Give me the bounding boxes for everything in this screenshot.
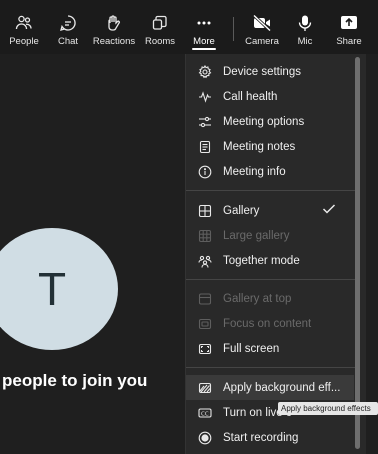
menu-item-full-screen[interactable]: Full screen (186, 336, 354, 361)
captions-icon: CC (197, 405, 213, 421)
meeting-toolbar: People Chat Reactions Rooms More Camera … (0, 0, 378, 54)
grid-icon (197, 203, 213, 219)
people-icon (14, 13, 34, 33)
chat-label: Chat (57, 36, 79, 47)
menu-item-meeting-options[interactable]: Meeting options (186, 109, 354, 134)
menu-item-label: Start recording (223, 431, 299, 444)
menu-item-label: Focus on content (223, 317, 312, 330)
notes-icon (197, 139, 213, 155)
people-button[interactable]: People (8, 0, 40, 54)
chat-icon (58, 13, 78, 33)
more-dots-icon (194, 13, 214, 33)
menu-item-device-settings[interactable]: Device settings (186, 59, 354, 84)
menu-item-meeting-info[interactable]: Meeting info (186, 159, 354, 184)
large-grid-icon (197, 228, 213, 244)
menu-item-focus-on-content: Focus on content (186, 311, 354, 336)
mic-label: Mic (297, 36, 313, 47)
focus-icon (197, 316, 213, 332)
menu-item-together-mode[interactable]: Together mode (186, 248, 354, 273)
reactions-label: Reactions (92, 36, 136, 47)
share-label: Share (336, 36, 362, 47)
mic-button[interactable]: Mic (295, 0, 315, 54)
rooms-button[interactable]: Rooms (145, 0, 175, 54)
checkmark-icon (322, 202, 336, 220)
tooltip: Apply background effects (278, 402, 378, 415)
menu-item-call-health[interactable]: Call health (186, 84, 354, 109)
menu-divider (186, 279, 356, 280)
info-icon (197, 164, 213, 180)
menu-divider (186, 367, 356, 368)
menu-item-meeting-notes[interactable]: Meeting notes (186, 134, 354, 159)
pulse-icon (197, 89, 213, 105)
menu-divider (186, 190, 356, 191)
menu-item-label: Apply background eff... (223, 381, 341, 394)
camera-button[interactable]: Camera (244, 0, 280, 54)
share-button[interactable]: Share (335, 0, 363, 54)
menu-item-gallery-at-top: Gallery at top (186, 286, 354, 311)
toolbar-divider (233, 17, 234, 41)
menu-item-label: Call health (223, 90, 278, 103)
menu-item-label: Gallery (223, 204, 260, 217)
menu-scrollbar[interactable] (355, 57, 360, 449)
more-menu: Device settings Call health Meeting opti… (185, 54, 366, 454)
menu-item-label: Full screen (223, 342, 280, 355)
menu-item-label: Large gallery (223, 229, 290, 242)
menu-item-label: Device settings (223, 65, 301, 78)
more-label: More (193, 36, 215, 47)
sliders-icon (197, 114, 213, 130)
menu-item-label: Together mode (223, 254, 300, 267)
people-label: People (9, 36, 39, 47)
rooms-icon (150, 13, 170, 33)
more-button[interactable]: More (190, 0, 218, 54)
together-icon (197, 253, 213, 269)
menu-item-gallery[interactable]: Gallery (186, 198, 354, 223)
raise-hand-icon (104, 13, 124, 33)
menu-item-label: Gallery at top (223, 292, 292, 305)
svg-text:CC: CC (201, 411, 209, 417)
background-effects-icon (197, 380, 213, 396)
reactions-button[interactable]: Reactions (92, 0, 136, 54)
menu-item-label: Meeting options (223, 115, 305, 128)
chat-button[interactable]: Chat (54, 0, 82, 54)
gear-icon (197, 64, 213, 80)
camera-off-icon (252, 13, 272, 33)
record-icon (197, 430, 213, 446)
microphone-icon (295, 13, 315, 33)
invite-message: people to join you (2, 371, 148, 390)
menu-item-label: Meeting notes (223, 140, 296, 153)
menu-item-label: Meeting info (223, 165, 286, 178)
camera-label: Camera (245, 36, 279, 47)
rooms-label: Rooms (144, 36, 176, 47)
gallery-top-icon (197, 291, 213, 307)
fullscreen-icon (197, 341, 213, 357)
share-screen-icon (339, 13, 359, 33)
menu-item-start-recording[interactable]: Start recording (186, 425, 354, 450)
menu-item-apply-background-effects[interactable]: Apply background eff... (186, 375, 354, 400)
avatar-initial: T (37, 263, 67, 315)
menu-item-large-gallery: Large gallery (186, 223, 354, 248)
